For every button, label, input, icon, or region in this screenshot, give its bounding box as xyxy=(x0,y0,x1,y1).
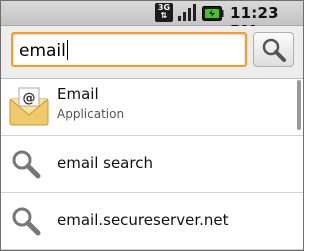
search-icon xyxy=(12,150,41,179)
scrollbar[interactable] xyxy=(297,80,301,130)
signal-strength-icon xyxy=(178,4,196,21)
text-cursor xyxy=(66,40,68,60)
status-bar: 3G ⇅ 11:23 PM xyxy=(1,1,303,40)
suggestion-title: email search xyxy=(57,154,153,172)
search-query: email xyxy=(19,40,68,61)
suggestion-subtitle: Application xyxy=(57,107,125,121)
suggestion-email-app[interactable]: @ Email Application xyxy=(1,79,303,136)
magnifier-icon xyxy=(262,38,286,62)
suggestion-secureserver[interactable]: email.secureserver.net xyxy=(1,193,303,250)
search-input[interactable]: email xyxy=(11,32,247,67)
search-bar: email xyxy=(1,26,303,79)
suggestion-email-search[interactable]: email search xyxy=(1,136,303,193)
3g-network-icon: 3G ⇅ xyxy=(155,3,173,22)
suggestion-title: email.secureserver.net xyxy=(57,211,229,229)
search-icon xyxy=(12,207,41,236)
suggestion-title: Email xyxy=(57,85,99,103)
battery-icon xyxy=(202,6,224,21)
svg-text:@: @ xyxy=(23,91,36,106)
screen: 3G ⇅ 11:23 PM email xyxy=(0,0,304,251)
email-app-icon: @ xyxy=(9,87,49,126)
search-button[interactable] xyxy=(253,32,294,67)
